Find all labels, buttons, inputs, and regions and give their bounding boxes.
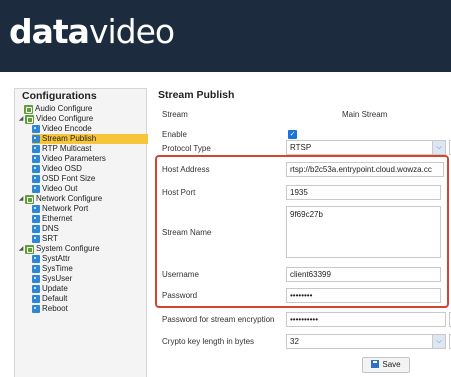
page-icon	[32, 255, 40, 263]
logo-light-text: video	[88, 12, 175, 51]
tree-item-label: Network Port	[42, 204, 89, 213]
crypto-key-select[interactable]: 32 ⌵	[286, 334, 446, 349]
collapse-triangle-icon[interactable]: ◢	[18, 114, 24, 124]
tree-item-label: SRT	[42, 234, 58, 243]
tree-item-network-configure[interactable]: ◢ Network Configure	[18, 194, 102, 204]
tree-item-network-port[interactable]: Network Port	[32, 204, 88, 214]
tree-item-label: Stream Publish	[42, 134, 97, 143]
logo-bold-text: data	[9, 12, 90, 51]
page-icon	[32, 175, 40, 183]
datavideo-logo: datavideo	[9, 12, 175, 52]
encryption-password-label: Password for stream encryption	[162, 315, 275, 324]
page-icon	[32, 125, 40, 133]
page-icon	[32, 235, 40, 243]
tree-item-label: SystAttr	[42, 254, 71, 263]
tree-item-video-encode[interactable]: Video Encode	[32, 124, 92, 134]
chevron-down-icon: ⌵	[432, 335, 445, 348]
tree-item-label: Ethernet	[42, 214, 73, 223]
tree-item-ethernet[interactable]: Ethernet	[32, 214, 72, 224]
page-icon	[32, 205, 40, 213]
protocol-select[interactable]: RTSP ⌵	[286, 140, 446, 155]
floppy-disk-icon	[371, 360, 380, 368]
tree-item-label: SysTime	[42, 264, 73, 273]
stream-value: Main Stream	[342, 110, 388, 119]
stream-label: Stream	[162, 110, 188, 119]
folder-icon	[25, 114, 34, 124]
page-icon	[32, 215, 40, 223]
collapse-triangle-icon[interactable]: ◢	[18, 194, 24, 204]
encryption-password-input[interactable]: ••••••••••	[286, 312, 446, 327]
tree-item-dns[interactable]: DNS	[32, 224, 59, 234]
chevron-down-icon: ⌵	[432, 141, 445, 154]
tree-item-system-configure[interactable]: ◢ System Configure	[18, 244, 100, 254]
page-icon	[32, 225, 40, 233]
tree-item-label: Video Out	[42, 184, 78, 193]
page-icon	[32, 285, 40, 293]
folder-icon	[25, 194, 34, 204]
crypto-key-value: 32	[290, 337, 299, 346]
tree-item-reboot[interactable]: Reboot	[32, 304, 68, 314]
tree-item-video-osd[interactable]: Video OSD	[32, 164, 82, 174]
tree-item-label: Video OSD	[42, 164, 82, 173]
tree-item-video-configure[interactable]: ◢ Video Configure	[18, 114, 93, 124]
page-icon	[32, 145, 40, 153]
tree-item-label: Update	[42, 284, 68, 293]
folder-icon	[24, 104, 33, 114]
tree-item-srt[interactable]: SRT	[32, 234, 58, 244]
tree-item-label: Audio Configure	[35, 104, 93, 113]
page-icon	[32, 135, 40, 143]
tree-item-rtp-multicast[interactable]: RTP Multicast	[32, 144, 92, 154]
tree-item-osd-font-size[interactable]: OSD Font Size	[32, 174, 95, 184]
tree-item-sysuser[interactable]: SysUser	[32, 274, 72, 284]
tree-item-stream-publish[interactable]: Stream Publish	[32, 134, 148, 144]
tree-item-label: Default	[42, 294, 68, 303]
page-icon	[32, 185, 40, 193]
tree-item-label: Video Parameters	[42, 154, 106, 163]
page-icon	[32, 265, 40, 273]
folder-icon	[25, 244, 34, 254]
enable-checkbox[interactable]: ✓	[288, 130, 297, 139]
collapse-triangle-icon[interactable]: ◢	[18, 244, 24, 254]
highlight-box	[155, 155, 449, 308]
tree-item-systattr[interactable]: SystAttr	[32, 254, 70, 264]
page-icon	[32, 275, 40, 283]
page-icon	[32, 305, 40, 313]
crypto-key-label: Crypto key length in bytes	[162, 337, 255, 346]
tree-item-label: Reboot	[42, 304, 68, 313]
save-label: Save	[382, 360, 401, 369]
panel-title: Stream Publish	[158, 89, 235, 101]
tree-item-label: Network Configure	[36, 194, 103, 203]
tree-item-label: System Configure	[36, 244, 100, 253]
tree-item-audio-configure[interactable]: Audio Configure	[24, 104, 92, 114]
sidebar-title: Configurations	[22, 90, 97, 102]
page-icon	[32, 165, 40, 173]
configurations-sidebar: Configurations Audio Configure ◢ Video C…	[14, 88, 148, 377]
protocol-value: RTSP	[290, 143, 312, 152]
protocol-label: Protocol Type	[162, 144, 211, 153]
tree-item-label: RTP Multicast	[42, 144, 92, 153]
tree-item-update[interactable]: Update	[32, 284, 68, 294]
app-header: datavideo	[0, 0, 451, 72]
tree-item-systime[interactable]: SysTime	[32, 264, 73, 274]
save-button[interactable]: Save	[362, 357, 410, 373]
tree-item-label: Video Encode	[42, 124, 92, 133]
tree-item-video-out[interactable]: Video Out	[32, 184, 77, 194]
tree-item-label: Video Configure	[36, 114, 94, 123]
tree-item-video-parameters[interactable]: Video Parameters	[32, 154, 106, 164]
tree-item-label: DNS	[42, 224, 59, 233]
tree-item-label: SysUser	[42, 274, 73, 283]
tree-item-label: OSD Font Size	[42, 174, 96, 183]
enable-label: Enable	[162, 130, 187, 139]
stream-publish-panel: Stream Publish Stream Main Stream Enable…	[152, 88, 451, 377]
page-icon	[32, 295, 40, 303]
page-icon	[32, 155, 40, 163]
tree-item-default[interactable]: Default	[32, 294, 67, 304]
